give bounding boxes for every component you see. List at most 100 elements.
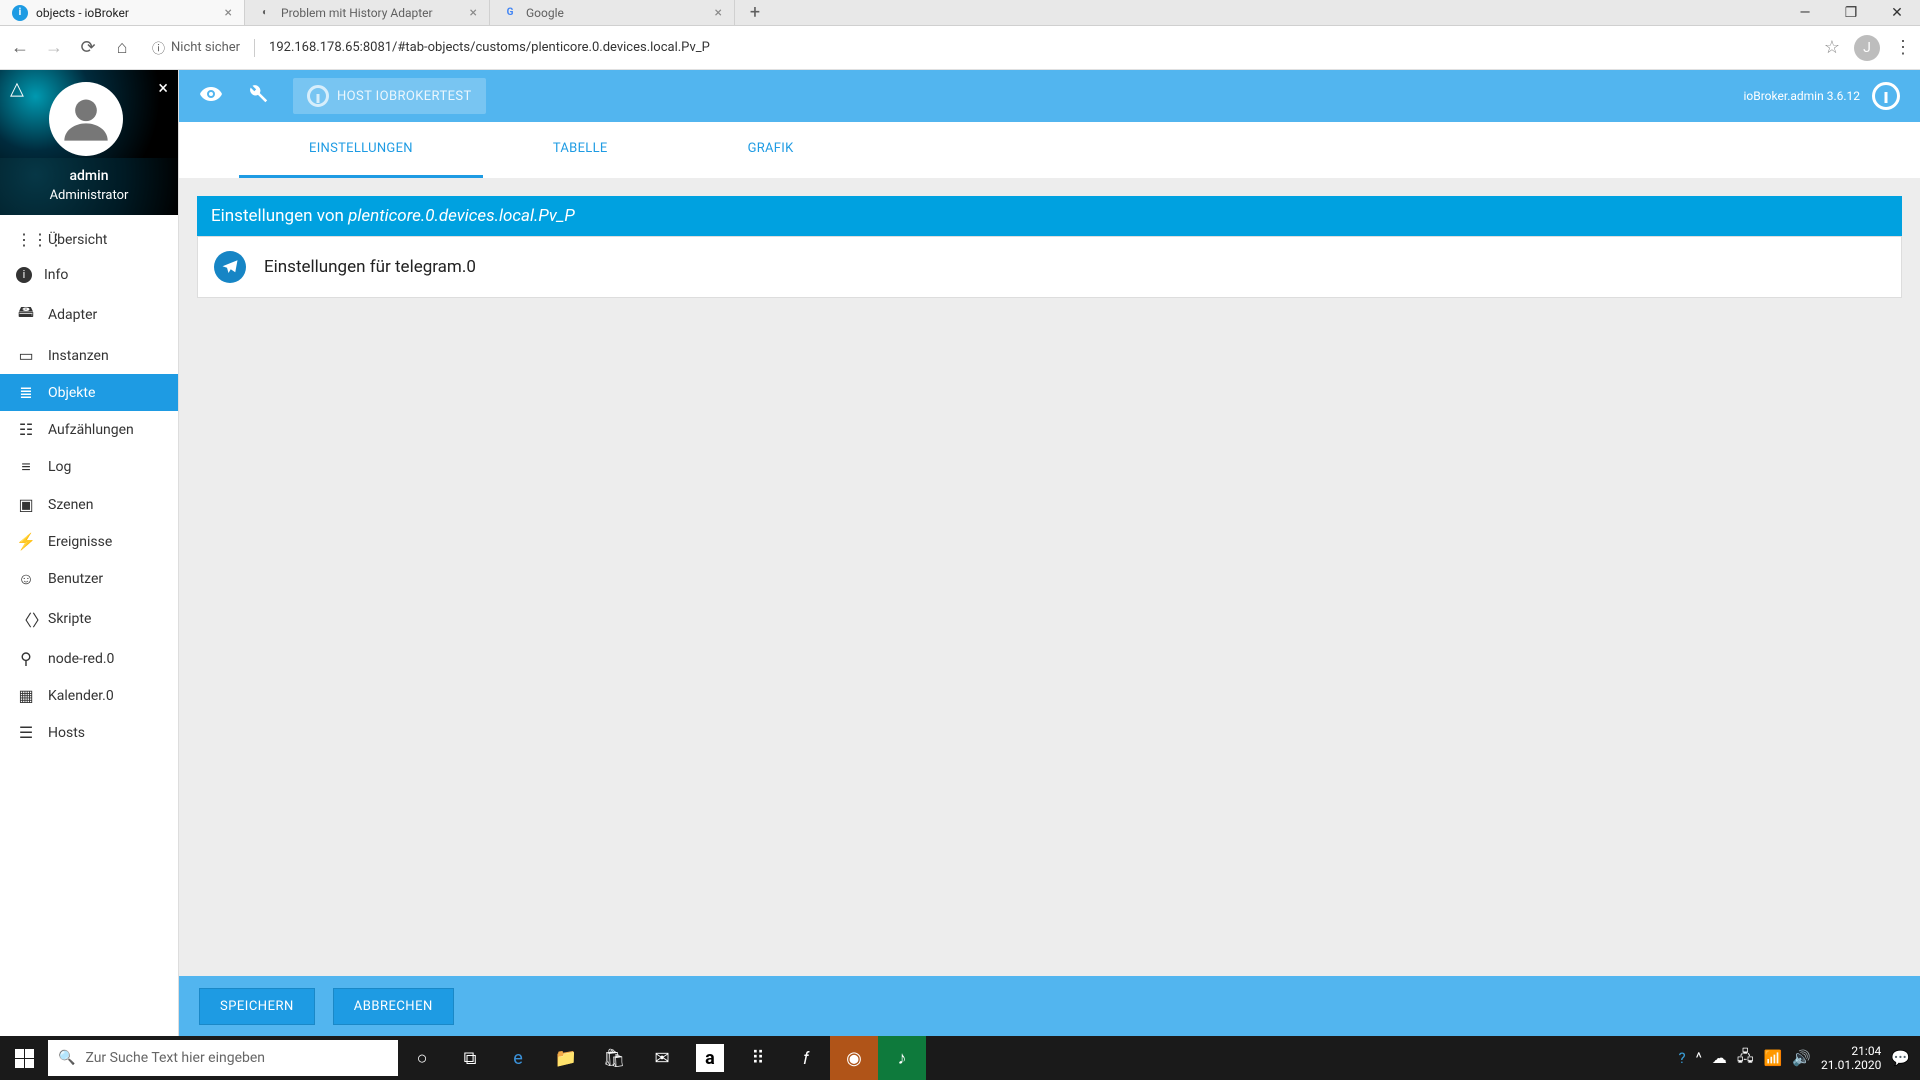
sidebar-item-info[interactable]: i Info bbox=[0, 258, 178, 292]
address-bar[interactable]: ⓘ Nicht sicher 192.168.178.65:8081/#tab-… bbox=[144, 38, 1814, 57]
topbar-right: ioBroker.admin 3.6.12 bbox=[1743, 82, 1900, 110]
forward-button[interactable]: → bbox=[42, 37, 66, 58]
store-icon[interactable]: 🛍 bbox=[590, 1036, 638, 1080]
maximize-button[interactable]: ❐ bbox=[1828, 0, 1874, 26]
new-tab-button[interactable]: + bbox=[735, 0, 775, 25]
person-icon: ☺ bbox=[16, 569, 36, 589]
close-window-button[interactable]: ✕ bbox=[1874, 0, 1920, 26]
sidebar-item-objects[interactable]: ≣Objekte bbox=[0, 374, 178, 411]
hub-icon: ⚲ bbox=[16, 649, 36, 668]
browser-tab-google[interactable]: G Google × bbox=[490, 0, 735, 25]
sidebar-item-label: node-red.0 bbox=[48, 651, 114, 667]
explorer-icon[interactable]: 📁 bbox=[542, 1036, 590, 1080]
cloud-tray-icon[interactable]: ☁ bbox=[1712, 1049, 1727, 1067]
window-controls: — ❐ ✕ bbox=[1782, 0, 1920, 25]
reload-button[interactable]: ⟳ bbox=[76, 37, 100, 58]
browser-tab-forum[interactable]: ◐ Problem mit History Adapter × bbox=[245, 0, 490, 25]
tab-close-icon[interactable]: × bbox=[715, 5, 722, 21]
bookmark-star-icon[interactable]: ☆ bbox=[1824, 37, 1840, 58]
scenes-icon: ▣ bbox=[16, 495, 36, 514]
info-icon: ⓘ bbox=[152, 38, 165, 57]
storage-icon: 🖴 bbox=[16, 301, 36, 328]
chrome-icon[interactable]: ◉ bbox=[830, 1036, 878, 1080]
adapter-settings-label: Einstellungen für telegram.0 bbox=[264, 257, 476, 277]
minimize-button[interactable]: — bbox=[1782, 0, 1828, 26]
url-text: 192.168.178.65:8081/#tab-objects/customs… bbox=[269, 40, 710, 55]
browser-tabs: i objects - ioBroker × ◐ Problem mit His… bbox=[0, 0, 1782, 25]
iobroker-logo-icon bbox=[1872, 82, 1900, 110]
tab-settings[interactable]: EINSTELLUNGEN bbox=[239, 122, 483, 178]
sidebar-item-hosts[interactable]: ☰Hosts bbox=[0, 714, 178, 751]
user-avatar[interactable] bbox=[49, 82, 123, 156]
tab-close-icon[interactable]: × bbox=[225, 5, 232, 21]
settings-header-prefix: Einstellungen von bbox=[211, 206, 348, 226]
back-button[interactable]: ← bbox=[8, 37, 32, 58]
save-button[interactable]: SPEICHERN bbox=[199, 988, 315, 1025]
sidebar-item-enums[interactable]: ☷Aufzählungen bbox=[0, 411, 178, 448]
tab-chart[interactable]: GRAFIK bbox=[678, 122, 864, 178]
profile-avatar[interactable]: J bbox=[1854, 35, 1880, 61]
footer-bar: SPEICHERN ABBRECHEN bbox=[179, 976, 1920, 1036]
task-view-icon[interactable]: ⧉ bbox=[446, 1036, 494, 1080]
sidebar-item-calendar[interactable]: ▦Kalender.0 bbox=[0, 677, 178, 714]
sidebar-item-label: Ereignisse bbox=[48, 534, 112, 550]
sidebar-item-adapter[interactable]: 🖴Adapter bbox=[0, 292, 178, 337]
sidebar-item-nodered[interactable]: ⚲ node-red.0 bbox=[0, 640, 178, 677]
info-icon: i bbox=[16, 267, 32, 283]
sidebar-item-scripts[interactable]: 〈〉Skripte bbox=[0, 598, 178, 640]
home-button[interactable]: ⌂ bbox=[110, 37, 134, 58]
help-tray-icon[interactable]: ? bbox=[1679, 1049, 1686, 1067]
sidebar-item-label: Info bbox=[44, 267, 68, 283]
wifi-tray-icon[interactable]: 📶 bbox=[1764, 1049, 1783, 1067]
network-tray-icon[interactable]: 🖧 bbox=[1737, 1046, 1754, 1071]
calendar-icon: ▦ bbox=[16, 686, 36, 705]
tab-close-icon[interactable]: × bbox=[470, 5, 477, 21]
menu-collapse-icon[interactable]: ▽ bbox=[10, 80, 24, 101]
notifications-tray-icon[interactable]: 💬 bbox=[1891, 1049, 1910, 1067]
cancel-button[interactable]: ABBRECHEN bbox=[333, 988, 454, 1025]
taskbar-apps: ○ ⧉ e 📁 🛍 ✉ a ⠿ 𝑓 ◉ ♪ bbox=[398, 1036, 926, 1080]
sidebar-item-users[interactable]: ☺Benutzer bbox=[0, 560, 178, 598]
security-badge[interactable]: ⓘ Nicht sicher bbox=[152, 38, 240, 57]
spotify-icon[interactable]: ♪ bbox=[878, 1036, 926, 1080]
volume-tray-icon[interactable]: 🔊 bbox=[1792, 1049, 1811, 1067]
settings-header: Einstellungen von plenticore.0.devices.l… bbox=[197, 196, 1902, 236]
sidebar-item-scenes[interactable]: ▣Szenen bbox=[0, 486, 178, 523]
sidebar-item-label: Übersicht bbox=[48, 232, 107, 248]
sidebar-item-label: Log bbox=[48, 459, 71, 475]
subtab-bar: EINSTELLUNGEN TABELLE GRAFIK bbox=[179, 122, 1920, 178]
sidebar-item-label: Skripte bbox=[48, 611, 91, 627]
sidebar-item-log[interactable]: ≡ Log bbox=[0, 448, 178, 486]
cortana-icon[interactable]: ○ bbox=[398, 1036, 446, 1080]
visibility-icon[interactable] bbox=[199, 82, 223, 111]
sidebar-item-events[interactable]: ⚡Ereignisse bbox=[0, 523, 178, 560]
sidebar-close-icon[interactable]: × bbox=[158, 78, 168, 99]
start-button[interactable] bbox=[0, 1049, 48, 1068]
wrench-icon[interactable] bbox=[247, 83, 269, 110]
amazon-icon[interactable]: a bbox=[696, 1044, 724, 1072]
mail-icon[interactable]: ✉ bbox=[638, 1036, 686, 1080]
sidebar-item-label: Hosts bbox=[48, 725, 85, 741]
sidebar-item-overview[interactable]: ⋮⋮⋮Übersicht bbox=[0, 221, 178, 258]
favicon-iobroker: i bbox=[12, 5, 28, 21]
windows-logo-icon bbox=[15, 1049, 34, 1068]
log-icon: ≡ bbox=[16, 457, 36, 477]
browser-menu-icon[interactable]: ⋮ bbox=[1894, 37, 1912, 58]
system-tray: ? ^ ☁ 🖧 📶 🔊 21:04 21.01.2020 💬 bbox=[1679, 1044, 1920, 1073]
browser-tab-iobroker[interactable]: i objects - ioBroker × bbox=[0, 0, 245, 25]
taskbar-search[interactable]: 🔍 Zur Suche Text hier eingeben bbox=[48, 1040, 398, 1076]
edge-icon[interactable]: e bbox=[494, 1036, 542, 1080]
dropbox-icon[interactable]: ⠿ bbox=[734, 1036, 782, 1080]
tab-table[interactable]: TABELLE bbox=[483, 122, 678, 178]
adapter-settings-row[interactable]: Einstellungen für telegram.0 bbox=[197, 236, 1902, 298]
iobroker-icon bbox=[307, 85, 329, 107]
app-icon[interactable]: 𝑓 bbox=[782, 1036, 830, 1080]
app-topbar: HOST IOBROKERTEST ioBroker.admin 3.6.12 bbox=[179, 70, 1920, 122]
chevron-up-icon[interactable]: ^ bbox=[1696, 1049, 1702, 1067]
sidebar-item-instances[interactable]: ▭Instanzen bbox=[0, 337, 178, 374]
divider bbox=[254, 39, 255, 57]
taskbar-clock[interactable]: 21:04 21.01.2020 bbox=[1821, 1044, 1881, 1073]
toolbar-right: ☆ J ⋮ bbox=[1824, 35, 1912, 61]
host-selector[interactable]: HOST IOBROKERTEST bbox=[293, 78, 486, 114]
sidebar-item-label: Aufzählungen bbox=[48, 422, 134, 438]
